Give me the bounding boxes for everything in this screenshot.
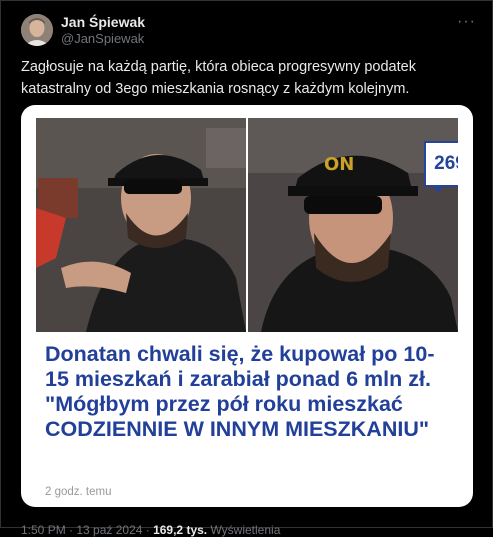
tweet-text: Zagłosuje na każdą partię, która obieca … [21,59,416,97]
tweet-time[interactable]: 1:50 PM · 13 paź 2024 · [21,523,153,537]
card-headline[interactable]: Donatan chwali się, że kupował po 10-15 … [45,342,445,442]
more-dots-icon[interactable]: ··· [457,13,476,31]
card-image[interactable]: ON 269 [36,118,458,332]
tweet-footer: 1:50 PM · 13 paź 2024 · 169,2 tys. Wyświ… [21,523,280,537]
views-count: 169,2 tys. [153,523,208,537]
link-card[interactable]: ON 269 Donatan chwali się, że kupował po… [21,105,473,507]
cap-text: ON [324,154,354,175]
author-name[interactable]: Jan Śpiewak [61,14,145,30]
badge-tail [432,185,444,193]
photo-illustration: ON [36,118,458,332]
comment-count-badge[interactable]: 269 [424,141,458,187]
author-handle[interactable]: @JanSpiewak [61,31,144,46]
card-timestamp: 2 godz. temu [45,486,112,498]
views-label: Wyświetlenia [207,523,281,537]
tweet[interactable]: Jan Śpiewak @JanSpiewak ··· Zagłosuje na… [0,0,493,537]
avatar-image [21,14,53,46]
avatar[interactable] [21,14,53,46]
